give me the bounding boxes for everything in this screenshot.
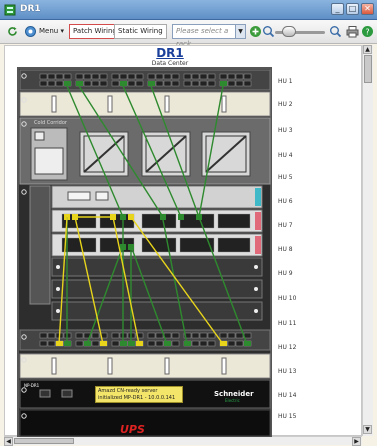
- hu-label: HU 10: [278, 295, 297, 302]
- hu-label: HU 7: [278, 222, 293, 229]
- hu-label: HU 11: [278, 320, 297, 327]
- device-label: NP-DR1: [24, 383, 40, 388]
- alert-message[interactable]: Amazd CN-ready server initialized MP-DR1…: [95, 386, 183, 403]
- hu-label: HU 4: [278, 152, 293, 159]
- hu-label: HU 13: [278, 368, 297, 375]
- hu-label: HU 6: [278, 198, 293, 205]
- hu-label: HU 15: [278, 413, 297, 420]
- hu-label: HU 8: [278, 246, 293, 253]
- cold-corridor-unit[interactable]: [19, 117, 271, 185]
- ups-label: UPS: [120, 423, 145, 436]
- hu-label: HU 5: [278, 174, 293, 181]
- patch-panel-hu12[interactable]: [19, 329, 271, 351]
- hu-label: HU 9: [278, 270, 293, 277]
- brand-label: Schneider: [214, 390, 254, 398]
- blank-panel-hu10[interactable]: [51, 279, 263, 299]
- patch-panel-hu1[interactable]: [19, 69, 271, 91]
- hu-label: HU 14: [278, 392, 297, 399]
- cable-manager-hu2[interactable]: [19, 91, 271, 117]
- hu-label: HU 1: [278, 78, 293, 85]
- blank-panel-hu9[interactable]: [51, 257, 263, 277]
- hu-label: HU 12: [278, 344, 297, 351]
- hu-label: HU 2: [278, 101, 293, 108]
- rack-drawing: [19, 69, 271, 437]
- brand-sub-label: Electric: [225, 398, 240, 403]
- cold-corridor-label: Cold Corridor: [34, 120, 67, 126]
- ups-unit[interactable]: [19, 409, 271, 437]
- cable-manager-hu13[interactable]: [19, 353, 271, 379]
- hu-label: HU 3: [278, 127, 293, 134]
